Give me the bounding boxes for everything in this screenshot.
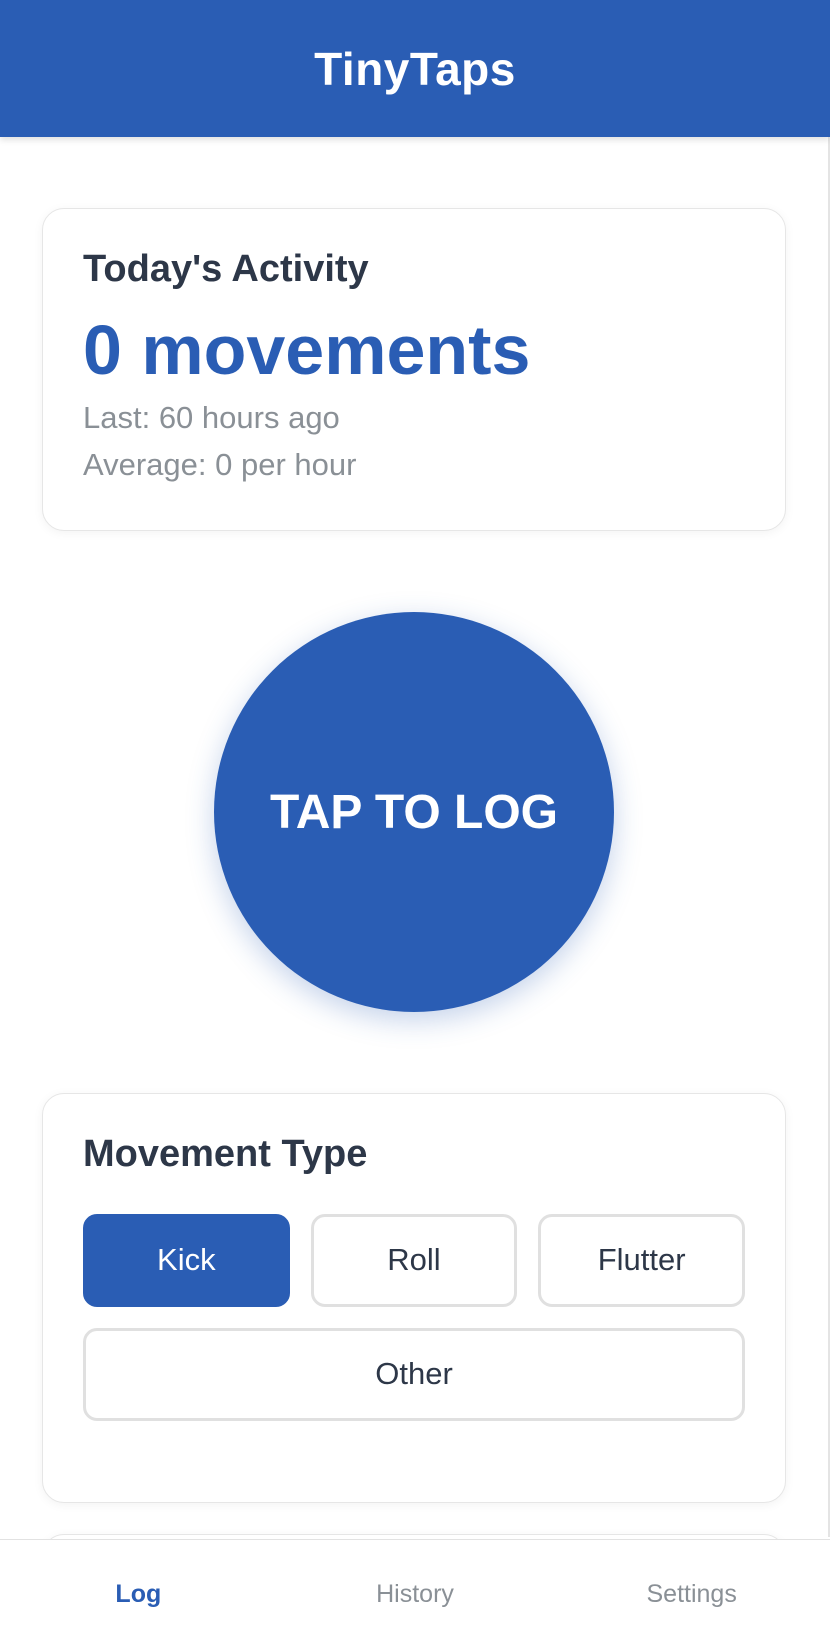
app-screen: TinyTaps Today's Activity 0 movements La… <box>0 0 830 1648</box>
nav-tab-history[interactable]: History <box>277 1540 554 1648</box>
app-title: TinyTaps <box>314 42 516 95</box>
activity-card: Today's Activity 0 movements Last: 60 ho… <box>42 208 786 531</box>
movement-type-kick-button[interactable]: Kick <box>83 1213 290 1307</box>
movement-type-card: Movement Type Kick Roll Flutter Other <box>42 1093 786 1503</box>
app-header: TinyTaps <box>0 0 830 137</box>
movement-type-heading: Movement Type <box>83 1133 368 1175</box>
movement-type-options: Kick Roll Flutter Other <box>83 1213 745 1421</box>
nav-tab-log[interactable]: Log <box>0 1540 277 1648</box>
bottom-nav: Log History Settings <box>0 1539 830 1648</box>
nav-tab-settings[interactable]: Settings <box>553 1540 830 1648</box>
average-rate-text: Average: 0 per hour <box>83 446 357 482</box>
movement-type-other-button[interactable]: Other <box>83 1327 745 1421</box>
tap-to-log-button[interactable]: TAP TO LOG <box>214 612 614 1012</box>
movement-type-flutter-button[interactable]: Flutter <box>538 1213 745 1307</box>
activity-heading: Today's Activity <box>83 248 369 290</box>
movement-count: 0 movements <box>83 310 531 389</box>
last-movement-text: Last: 60 hours ago <box>83 399 340 435</box>
movement-type-roll-button[interactable]: Roll <box>310 1213 518 1307</box>
